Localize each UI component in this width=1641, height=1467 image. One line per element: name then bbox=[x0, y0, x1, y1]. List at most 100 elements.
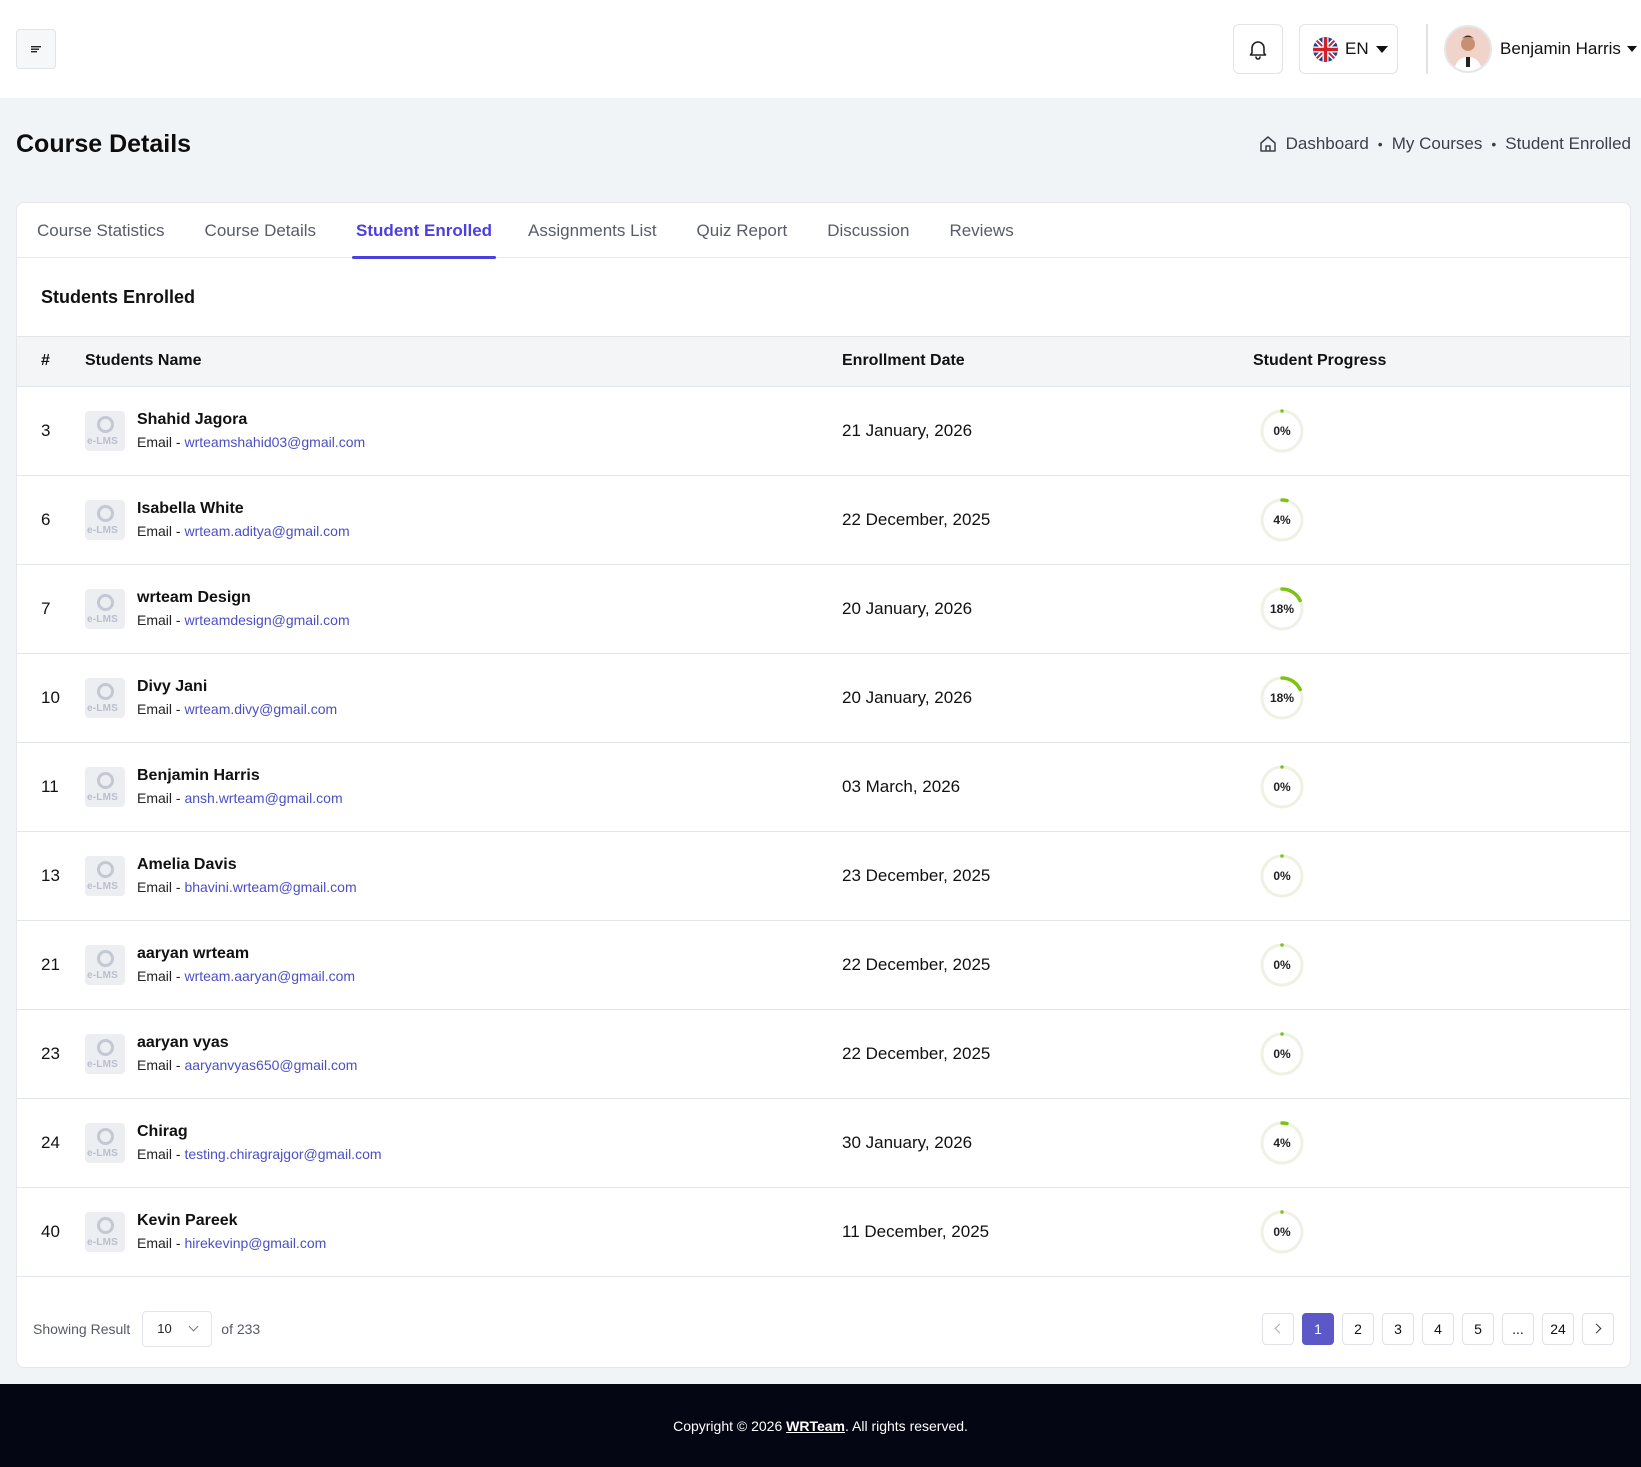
student-thumbnail: e-LMS bbox=[85, 499, 125, 540]
student-cell: e-LMS aaryan wrteam Email - wrteam.aarya… bbox=[85, 944, 842, 986]
enrollment-date: 23 December, 2025 bbox=[842, 831, 1253, 921]
student-thumbnail: e-LMS bbox=[85, 677, 125, 718]
page-button[interactable]: 1 bbox=[1302, 1312, 1334, 1345]
student-email-link[interactable]: hirekevinp@gmail.com bbox=[184, 1235, 326, 1251]
student-email-link[interactable]: aaryanvyas650@gmail.com bbox=[184, 1057, 357, 1073]
header-divider bbox=[1426, 24, 1428, 74]
copyright-suffix: . All rights reserved. bbox=[844, 1417, 968, 1434]
progress-ring: 0% bbox=[1257, 940, 1307, 990]
row-number: 24 bbox=[17, 1098, 85, 1188]
progress-ring: 18% bbox=[1257, 673, 1307, 723]
breadcrumb-my-courses[interactable]: My Courses bbox=[1392, 134, 1483, 154]
thumbnail-label: e-LMS bbox=[87, 1147, 118, 1159]
prev-page-button[interactable] bbox=[1262, 1312, 1294, 1345]
row-number: 40 bbox=[17, 1187, 85, 1277]
student-thumbnail: e-LMS bbox=[85, 1033, 125, 1074]
progress-label: 18% bbox=[1269, 690, 1295, 705]
notifications-button[interactable] bbox=[1233, 24, 1283, 74]
enrollment-date: 22 December, 2025 bbox=[842, 920, 1253, 1010]
student-email-link[interactable]: testing.chiragrajgor@gmail.com bbox=[184, 1146, 381, 1162]
progress-label: 0% bbox=[1273, 1046, 1291, 1061]
student-email-link[interactable]: ansh.wrteam@gmail.com bbox=[184, 790, 342, 806]
student-email: Email - wrteamshahid03@gmail.com bbox=[137, 432, 365, 452]
student-email-link[interactable]: wrteam.aaryan@gmail.com bbox=[184, 968, 355, 984]
tab-quiz-report[interactable]: Quiz Report bbox=[697, 203, 808, 258]
user-menu[interactable]: Benjamin Harris bbox=[1444, 24, 1637, 74]
student-cell: e-LMS Isabella White Email - wrteam.adit… bbox=[85, 499, 842, 541]
thumbnail-label: e-LMS bbox=[87, 1058, 118, 1070]
page-number: 2 bbox=[1354, 1320, 1362, 1337]
student-thumbnail: e-LMS bbox=[85, 588, 125, 629]
tab-student-enrolled[interactable]: Student Enrolled bbox=[352, 203, 497, 259]
copyright-text: Copyright © 2026 bbox=[673, 1417, 787, 1434]
student-thumbnail: e-LMS bbox=[85, 855, 125, 896]
user-name: Benjamin Harris bbox=[1500, 39, 1621, 58]
table-row: 40 e-LMS Kevin Pareek Email - hirekevinp… bbox=[17, 1187, 1630, 1277]
menu-icon bbox=[31, 46, 41, 53]
enrollment-date: 22 December, 2025 bbox=[842, 1009, 1253, 1099]
page-number: 5 bbox=[1474, 1320, 1482, 1337]
page-number: 3 bbox=[1394, 1320, 1402, 1337]
student-email-link[interactable]: bhavini.wrteam@gmail.com bbox=[184, 879, 356, 895]
student-name: aaryan wrteam bbox=[137, 944, 250, 962]
bell-icon bbox=[1249, 41, 1267, 60]
sidebar-toggle-button[interactable] bbox=[16, 29, 56, 69]
row-number: 13 bbox=[17, 831, 85, 921]
thumbnail-label: e-LMS bbox=[87, 524, 118, 536]
progress-ring: 18% bbox=[1257, 584, 1307, 634]
table-row: 24 e-LMS Chirag Email - testing.chiragra… bbox=[17, 1098, 1630, 1188]
course-details-card: Course Statistics Course Details Student… bbox=[16, 202, 1631, 1368]
column-header-number: # bbox=[17, 337, 85, 387]
breadcrumb-dashboard[interactable]: Dashboard bbox=[1286, 134, 1369, 154]
language-selector[interactable]: EN bbox=[1299, 24, 1398, 74]
uk-flag-icon bbox=[1313, 36, 1338, 62]
student-name: Benjamin Harris bbox=[137, 766, 260, 784]
chevron-left-icon bbox=[1274, 1323, 1285, 1334]
breadcrumb: Dashboard • My Courses • Student Enrolle… bbox=[1258, 134, 1631, 154]
row-number: 7 bbox=[17, 564, 85, 654]
column-header-progress: Student Progress bbox=[1253, 337, 1630, 387]
tab-course-statistics[interactable]: Course Statistics bbox=[37, 203, 185, 258]
page-button[interactable]: 5 bbox=[1462, 1312, 1494, 1345]
chevron-right-icon bbox=[1591, 1323, 1602, 1334]
page-size-select[interactable]: 10 bbox=[142, 1310, 213, 1347]
student-email: Email - bhavini.wrteam@gmail.com bbox=[137, 877, 357, 897]
page-button[interactable]: 2 bbox=[1342, 1312, 1374, 1345]
column-header-name: Students Name bbox=[85, 337, 842, 387]
row-number: 3 bbox=[17, 386, 85, 476]
chevron-down-icon bbox=[188, 1321, 199, 1332]
student-email: Email - ansh.wrteam@gmail.com bbox=[137, 788, 343, 808]
tab-course-details[interactable]: Course Details bbox=[205, 203, 337, 258]
page-button[interactable]: 4 bbox=[1422, 1312, 1454, 1345]
student-thumbnail: e-LMS bbox=[85, 1122, 125, 1163]
page-button[interactable]: 24 bbox=[1542, 1312, 1574, 1345]
table-row: 23 e-LMS aaryan vyas Email - aaryanvyas6… bbox=[17, 1009, 1630, 1099]
progress-ring: 0% bbox=[1257, 851, 1307, 901]
tab-reviews[interactable]: Reviews bbox=[949, 203, 1033, 258]
student-email-link[interactable]: wrteam.divy@gmail.com bbox=[184, 701, 337, 717]
page-number: ... bbox=[1512, 1320, 1524, 1337]
enrollment-date: 20 January, 2026 bbox=[842, 653, 1253, 743]
student-cell: e-LMS aaryan vyas Email - aaryanvyas650@… bbox=[85, 1033, 842, 1075]
page-button[interactable]: 3 bbox=[1382, 1312, 1414, 1345]
page-number: 24 bbox=[1550, 1320, 1566, 1337]
progress-label: 0% bbox=[1273, 423, 1291, 438]
total-count-label: of 233 bbox=[221, 1320, 261, 1337]
table-row: 11 e-LMS Benjamin Harris Email - ansh.wr… bbox=[17, 742, 1630, 832]
row-number: 21 bbox=[17, 920, 85, 1010]
top-header: EN Benjamin Harris bbox=[0, 0, 1641, 98]
student-email-link[interactable]: wrteamdesign@gmail.com bbox=[184, 612, 349, 628]
progress-ring: 0% bbox=[1257, 1029, 1307, 1079]
progress-ring: 0% bbox=[1257, 1207, 1307, 1257]
caret-down-icon bbox=[1626, 46, 1637, 52]
page-number: 4 bbox=[1434, 1320, 1442, 1337]
student-cell: e-LMS Amelia Davis Email - bhavini.wrtea… bbox=[85, 855, 842, 897]
tab-discussion[interactable]: Discussion bbox=[827, 203, 929, 258]
student-email: Email - wrteam.aaryan@gmail.com bbox=[137, 966, 355, 986]
tab-assignments-list[interactable]: Assignments List bbox=[528, 203, 677, 258]
next-page-button[interactable] bbox=[1582, 1312, 1614, 1345]
student-email-link[interactable]: wrteamshahid03@gmail.com bbox=[184, 434, 365, 450]
thumbnail-label: e-LMS bbox=[87, 613, 118, 625]
footer-brand-link[interactable]: WRTeam bbox=[786, 1418, 845, 1434]
student-email-link[interactable]: wrteam.aditya@gmail.com bbox=[184, 523, 349, 539]
